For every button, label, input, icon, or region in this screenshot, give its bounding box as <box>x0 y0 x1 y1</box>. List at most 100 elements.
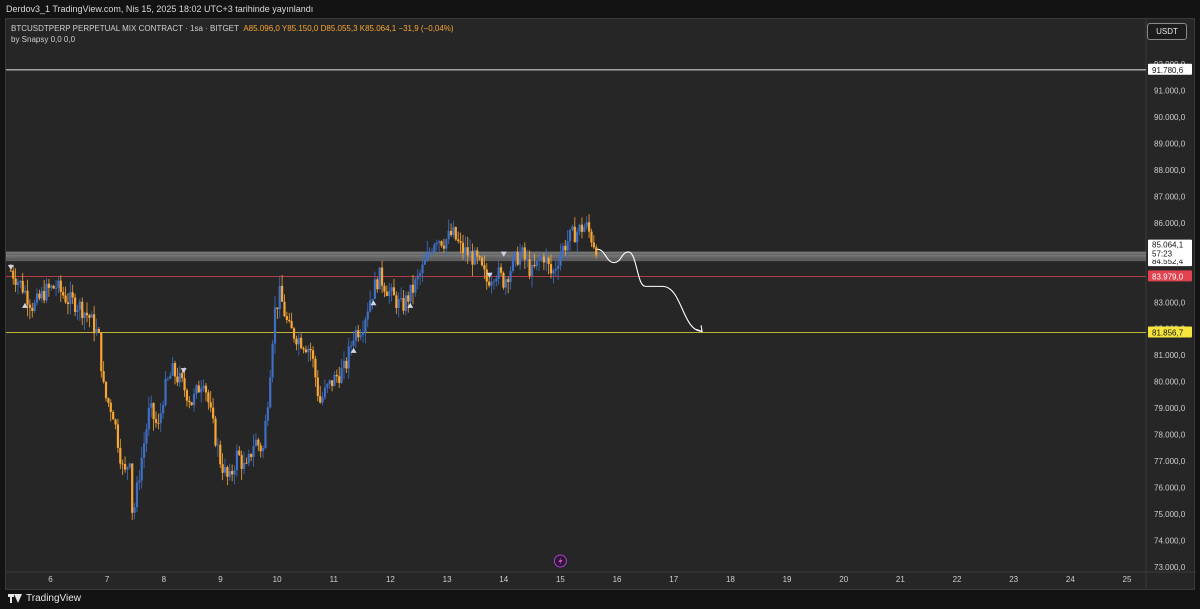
candle-body <box>392 287 396 296</box>
candle-body <box>335 374 338 377</box>
candle-body <box>440 241 443 246</box>
candle-body <box>169 375 172 379</box>
candle-body <box>342 360 346 369</box>
candle-body <box>259 445 262 452</box>
symbol-label: BTCUSDTPERP PERPETUAL MIX CONTRACT · 1sa… <box>11 24 239 33</box>
currency-button[interactable]: USDT <box>1147 23 1187 40</box>
candle-body <box>228 471 231 477</box>
x-tick-label: 17 <box>669 575 678 584</box>
candle-body <box>580 224 584 232</box>
candle-body <box>328 380 331 385</box>
candle-body <box>464 247 467 254</box>
candle-body <box>285 316 288 320</box>
x-tick-label: 25 <box>1123 575 1132 584</box>
candle-body <box>12 270 15 279</box>
candle-body <box>109 402 112 412</box>
candle-body <box>85 312 89 316</box>
candle-body <box>235 450 238 471</box>
candle-body <box>378 267 381 290</box>
x-tick-label: 24 <box>1066 575 1075 584</box>
candle-body <box>371 298 374 301</box>
candle-body <box>590 231 593 243</box>
candle-body <box>323 387 327 398</box>
candle-body <box>383 285 386 292</box>
candle-body <box>112 411 115 420</box>
x-tick-label: 21 <box>896 575 905 584</box>
publish-header: Derdov3_1 TradingView.com, Nis 15, 2025 … <box>0 0 1200 18</box>
candle-body <box>530 264 534 276</box>
candle-body <box>573 226 576 243</box>
candle-body <box>24 290 27 293</box>
candle-body <box>181 372 184 379</box>
candle-body <box>587 222 591 232</box>
candle-body <box>276 307 279 310</box>
chart-legend: BTCUSDTPERP PERPETUAL MIX CONTRACT · 1sa… <box>11 23 454 45</box>
candle-body <box>428 252 431 254</box>
candle-body <box>21 280 24 293</box>
candle-body <box>88 315 91 318</box>
candle-body <box>159 413 162 424</box>
candle-body <box>526 259 529 260</box>
candle-body <box>457 239 460 242</box>
candle-body <box>326 384 329 388</box>
candle-body <box>19 280 22 283</box>
y-tick-label: 83.000,0 <box>1154 298 1186 307</box>
candle-body <box>321 397 324 403</box>
candle-body <box>411 284 415 293</box>
candle-body <box>162 405 165 414</box>
candle-body <box>302 348 305 350</box>
last-price-countdown: 57:23 <box>1152 250 1173 259</box>
candle-body <box>561 245 565 254</box>
candle-body <box>361 332 365 336</box>
candle-body <box>173 363 177 377</box>
candle-body <box>9 270 12 272</box>
candle-body <box>497 267 500 279</box>
candle-body <box>390 287 393 292</box>
chart-panel[interactable]: 73.000,0 74.000,0 75.000,0 76.000,0 77.000,0… <box>5 18 1196 591</box>
candle-body <box>449 230 453 235</box>
candle-body <box>473 250 476 265</box>
chart-canvas[interactable]: 73.000,0 74.000,0 75.000,0 76.000,0 77.000,0… <box>6 19 1196 591</box>
candle-body <box>438 241 441 243</box>
candle-body <box>421 264 424 274</box>
candle-body <box>385 291 388 296</box>
candle-body <box>483 265 486 270</box>
candle-body <box>114 419 117 425</box>
candle-body <box>359 335 362 338</box>
candle-body <box>292 328 296 339</box>
candle-body <box>311 350 315 359</box>
candle-body <box>357 330 360 338</box>
candle-body <box>35 293 39 303</box>
candle-body <box>288 319 291 322</box>
candle-body <box>121 463 124 465</box>
tradingview-logo[interactable]: TradingView <box>8 593 81 604</box>
y-tick-label: 80.000,0 <box>1154 378 1186 387</box>
x-tick-label: 18 <box>726 575 735 584</box>
candle-body <box>192 393 196 406</box>
candle-body <box>252 446 255 457</box>
x-tick-label: 14 <box>499 575 508 584</box>
candle-body <box>395 295 398 309</box>
y-tick-label: 77.000,0 <box>1154 457 1186 466</box>
candle-body <box>281 285 284 302</box>
candle-body <box>376 279 379 290</box>
candle-body <box>397 299 400 309</box>
candle-body <box>33 302 36 311</box>
candle-body <box>164 378 167 406</box>
candle-body <box>150 403 153 408</box>
candle-body <box>545 257 548 263</box>
x-tick-label: 11 <box>330 575 339 584</box>
candle-body <box>50 285 53 288</box>
candle-body <box>507 279 510 283</box>
candle-body <box>419 273 422 276</box>
candle-body <box>583 226 586 232</box>
candle-body <box>595 247 598 256</box>
candle-body <box>364 319 367 333</box>
y-tick-label: 78.000,0 <box>1154 431 1186 440</box>
candle-body <box>485 269 488 282</box>
x-tick-label: 16 <box>613 575 622 584</box>
candle-body <box>283 301 286 317</box>
candle-body <box>459 241 462 243</box>
candle-body <box>223 467 227 473</box>
candle-body <box>352 340 355 346</box>
